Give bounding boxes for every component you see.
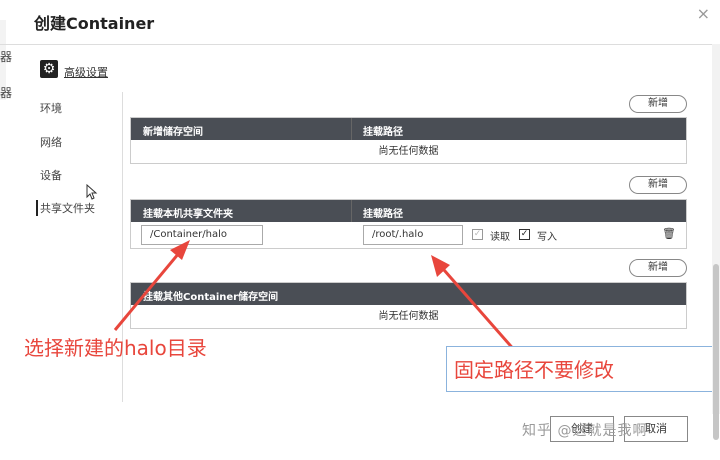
annotation-select-folder: 选择新建的halo目录 — [24, 336, 207, 360]
left-arrow-line — [113, 246, 186, 331]
left-arrow-head — [170, 240, 190, 260]
watermark: 知乎 @这就是我啊 — [522, 423, 648, 439]
scrollbar-thumb[interactable] — [713, 264, 719, 440]
scrollbar[interactable] — [712, 44, 720, 440]
right-arrow-line — [435, 261, 518, 353]
annotation-fixed-path: 固定路径不要修改 — [446, 346, 720, 392]
